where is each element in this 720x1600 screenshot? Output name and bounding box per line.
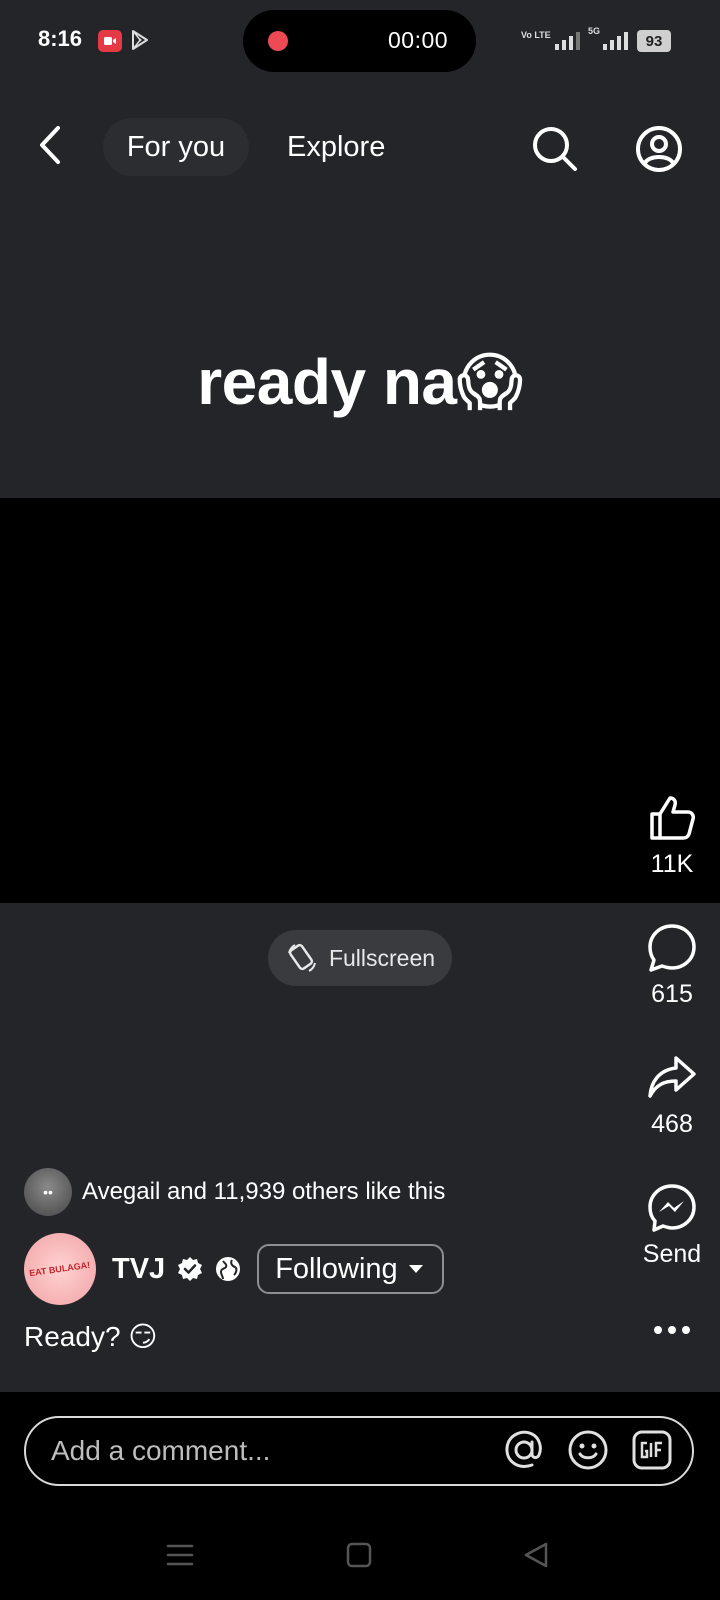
tab-explore[interactable]: Explore bbox=[287, 118, 385, 176]
status-time: 8:16 bbox=[38, 26, 83, 51]
play-store-icon bbox=[132, 30, 148, 50]
network-5g-indicator: 5G bbox=[588, 26, 601, 36]
home-icon[interactable] bbox=[346, 1542, 372, 1568]
video-player[interactable] bbox=[0, 498, 720, 903]
mention-icon[interactable] bbox=[502, 1428, 546, 1472]
profile-icon[interactable] bbox=[634, 124, 684, 174]
signal-strength-5g-icon bbox=[603, 32, 628, 50]
like-button[interactable]: 11K bbox=[640, 792, 704, 879]
author-row: EAT BULAGA! TVJ Following bbox=[24, 1233, 444, 1305]
tab-for-you[interactable]: For you bbox=[103, 118, 249, 176]
likes-summary[interactable]: •• Avegail and 11,939 others like this bbox=[24, 1168, 445, 1216]
author-name[interactable]: TVJ bbox=[112, 1253, 165, 1286]
video-caption: ready na😱 bbox=[197, 346, 523, 418]
screen-recorder-app-icon bbox=[98, 30, 122, 52]
share-arrow-icon bbox=[648, 1056, 696, 1098]
record-dot-icon bbox=[268, 31, 288, 51]
comment-count: 615 bbox=[651, 980, 693, 1008]
fullscreen-label: Fullscreen bbox=[328, 944, 436, 971]
comment-button[interactable]: 615 bbox=[640, 922, 704, 1009]
signal-strength-icon bbox=[555, 32, 580, 50]
following-label: Following bbox=[275, 1252, 398, 1285]
author-avatar[interactable]: EAT BULAGA! bbox=[24, 1233, 96, 1305]
caret-down-icon bbox=[408, 1265, 423, 1273]
thumbs-up-icon bbox=[650, 796, 695, 840]
fullscreen-button[interactable]: Fullscreen bbox=[268, 930, 452, 986]
screen-record-timer: 00:00 bbox=[388, 27, 449, 53]
send-button[interactable]: Send bbox=[640, 1182, 704, 1269]
system-back-icon[interactable] bbox=[522, 1541, 550, 1569]
following-button[interactable]: Following bbox=[257, 1244, 444, 1294]
share-button[interactable]: 468 bbox=[640, 1052, 704, 1139]
liker-avatar: •• bbox=[24, 1168, 72, 1216]
share-count: 468 bbox=[651, 1110, 693, 1138]
gif-icon[interactable] bbox=[630, 1428, 674, 1472]
back-arrow-icon[interactable] bbox=[32, 122, 68, 168]
search-icon[interactable] bbox=[530, 124, 580, 174]
likes-text: Avegail and 11,939 others like this bbox=[82, 1178, 446, 1205]
battery-indicator: 93 bbox=[637, 30, 671, 52]
emoji-icon[interactable] bbox=[566, 1428, 610, 1472]
rotate-screen-icon bbox=[287, 943, 316, 972]
more-options-icon[interactable] bbox=[650, 1312, 694, 1348]
post-caption: Ready? 😏 bbox=[24, 1321, 158, 1352]
recent-apps-icon[interactable] bbox=[166, 1542, 194, 1568]
like-count: 11K bbox=[650, 850, 694, 878]
messenger-icon bbox=[648, 1184, 696, 1232]
globe-icon bbox=[216, 1257, 241, 1281]
send-label: Send bbox=[642, 1240, 702, 1268]
comment-bubble-icon bbox=[648, 924, 696, 972]
verified-badge-icon bbox=[178, 1257, 203, 1281]
author-logo-text: EAT BULAGA! bbox=[28, 1259, 92, 1279]
volte-indicator: Vo LTE bbox=[521, 30, 551, 40]
